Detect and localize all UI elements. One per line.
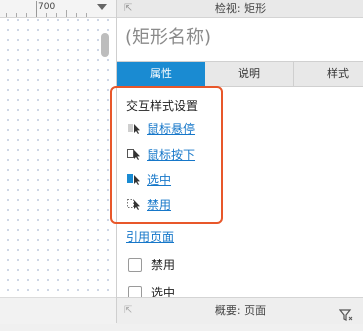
style-item-disabled[interactable]: 禁用 <box>126 195 171 213</box>
tab-label: 样式 <box>327 67 349 80</box>
outline-panel-header: ⇱ 概要: 页面 <box>117 297 363 324</box>
ruler-tick <box>76 13 77 17</box>
tab-properties[interactable]: 属性 <box>117 62 205 86</box>
tab-notes[interactable]: 说明 <box>205 62 293 86</box>
style-link-press[interactable]: 鼠标按下 <box>147 146 195 163</box>
shape-name-placeholder: (矩形名称) <box>125 27 212 48</box>
checkbox-row-disabled[interactable]: 禁用 <box>128 256 175 273</box>
ruler-label: 700 <box>38 2 56 12</box>
disabled-checkbox[interactable] <box>128 257 142 272</box>
style-item-selected[interactable]: 选中 <box>126 170 171 188</box>
style-item-press[interactable]: 鼠标按下 <box>126 145 195 163</box>
inspector-header: ⇱ 检视: 矩形 <box>117 0 363 18</box>
interaction-styles-title: 交互样式设置 <box>126 99 199 113</box>
canvas-bottom-bar <box>0 297 116 324</box>
ruler-tick <box>86 13 87 17</box>
cursor-press-icon <box>126 147 144 161</box>
tab-label: 说明 <box>238 67 260 80</box>
style-link-hover[interactable]: 鼠标悬停 <box>147 120 195 137</box>
inspector-tabs: 属性 说明 样式 <box>117 61 363 87</box>
ruler-tick <box>6 13 7 17</box>
reference-page-link[interactable]: 引用页面 <box>126 228 174 245</box>
ruler-tick <box>66 10 67 17</box>
ruler-tick <box>26 13 27 17</box>
shape-name-input[interactable]: (矩形名称) <box>125 24 355 52</box>
vertical-scrollbar[interactable] <box>101 33 109 57</box>
ruler-tick <box>56 13 57 17</box>
inspector-panel: ⇱ 检视: 矩形 (矩形名称) 属性 说明 样式 交互样式设置 鼠标悬停 鼠标按… <box>110 0 363 324</box>
style-link-selected[interactable]: 选中 <box>147 171 171 188</box>
cursor-selected-icon <box>126 172 144 186</box>
expand-arrow-icon[interactable]: ⇱ <box>124 0 132 17</box>
tab-style[interactable]: 样式 <box>294 62 363 86</box>
inspector-title: 检视: 矩形 <box>214 2 267 15</box>
tab-label: 属性 <box>150 67 172 80</box>
cursor-hover-icon <box>126 121 144 135</box>
ruler-tick <box>46 13 47 17</box>
collapse-down-icon[interactable] <box>97 4 107 10</box>
filter-icon[interactable] <box>338 305 353 331</box>
checkbox-label: 禁用 <box>151 258 176 272</box>
ruler-major-tick <box>36 1 37 17</box>
ruler-tick <box>16 13 17 17</box>
style-link-disabled[interactable]: 禁用 <box>147 196 171 213</box>
cursor-disabled-icon <box>126 197 144 211</box>
expand-arrow-icon[interactable]: ⇱ <box>124 298 132 324</box>
design-canvas[interactable]: 700 <box>0 0 116 324</box>
outline-title: 概要: 页面 <box>214 304 267 317</box>
horizontal-ruler: 700 <box>0 0 116 18</box>
style-item-hover[interactable]: 鼠标悬停 <box>126 119 195 137</box>
